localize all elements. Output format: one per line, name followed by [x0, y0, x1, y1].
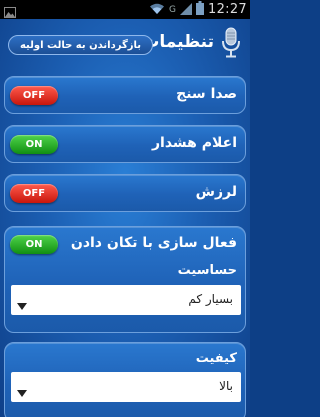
dropdown-caret-icon: [17, 383, 27, 402]
page-title: تنظیمات: [142, 32, 214, 52]
wifi-icon: [149, 0, 165, 19]
shake-card: ON فعال سازی با تکان دادن حساسیت بسیار ک…: [4, 226, 246, 333]
alert-label: اعلام هشدار: [151, 135, 237, 151]
sensitivity-label: حساسیت: [177, 263, 237, 278]
shake-label: فعال سازی با تکان دادن: [70, 235, 237, 251]
sound-meter-card: OFF صدا سنج: [4, 76, 246, 114]
sensitivity-select[interactable]: بسیار کم: [11, 285, 241, 315]
reset-defaults-button[interactable]: بازگرداندن به حالت اولیه: [8, 35, 153, 55]
status-time: 12:27: [208, 2, 247, 17]
app-header: تنظیمات بازگرداندن به حالت اولیه: [0, 19, 250, 71]
shake-toggle[interactable]: ON: [10, 235, 58, 254]
battery-icon: [196, 0, 205, 19]
quality-card: کیفیت بالا: [4, 342, 246, 417]
alert-toggle[interactable]: ON: [10, 135, 58, 154]
sound-meter-toggle[interactable]: OFF: [10, 86, 58, 105]
sound-meter-label: صدا سنج: [176, 86, 237, 102]
dropdown-caret-icon: [17, 296, 27, 315]
vibration-toggle[interactable]: OFF: [10, 184, 58, 203]
quality-label: کیفیت: [195, 351, 237, 366]
status-bar: G 12:27: [0, 0, 250, 19]
vibration-label: لرزش: [195, 184, 237, 200]
sensitivity-value: بسیار کم: [188, 292, 233, 306]
quality-select[interactable]: بالا: [11, 372, 241, 402]
vibration-card: OFF لرزش: [4, 174, 246, 212]
network-type: G: [169, 4, 177, 15]
microphone-icon: [220, 27, 242, 63]
alert-card: ON اعلام هشدار: [4, 125, 246, 163]
quality-value: بالا: [219, 379, 233, 393]
signal-icon: [180, 0, 193, 19]
